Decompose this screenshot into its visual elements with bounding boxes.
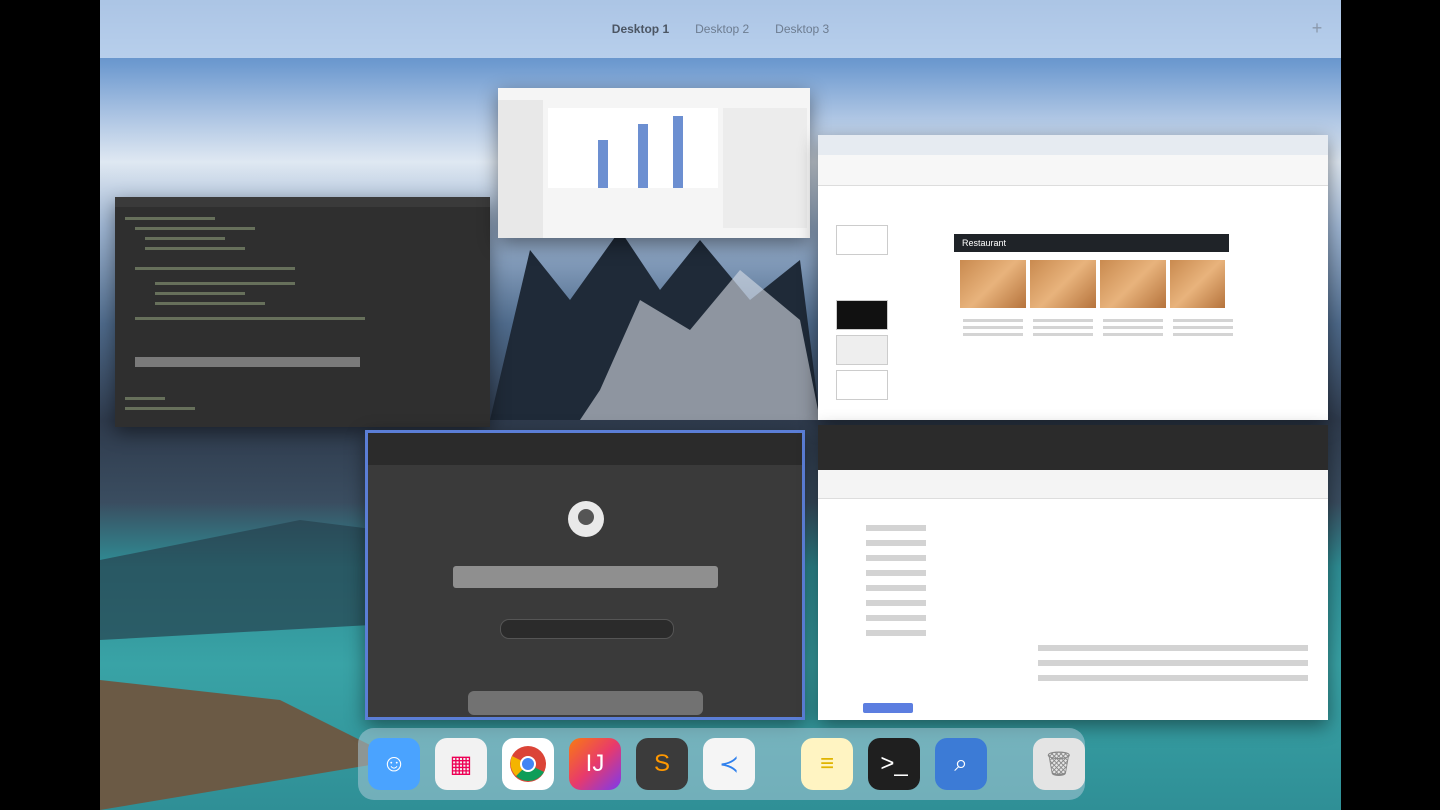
primary-button[interactable] (863, 703, 913, 713)
space-desktop-3[interactable]: Desktop 3 (775, 22, 829, 36)
food-image (1170, 260, 1225, 308)
browser-tabs[interactable] (818, 135, 1328, 155)
browser-toolbar[interactable] (818, 470, 1328, 499)
terminal-window[interactable] (115, 197, 490, 427)
numbers-bar-chart (548, 108, 718, 188)
food-image (960, 260, 1026, 308)
search-input[interactable] (500, 619, 674, 639)
browser-window-devtools[interactable] (818, 425, 1328, 720)
mini-dock-preview (468, 691, 703, 715)
address-bar[interactable] (453, 566, 718, 588)
numbers-sidebar (498, 100, 543, 238)
sublime-icon[interactable]: S (636, 738, 688, 790)
terminal-icon[interactable]: >_ (868, 738, 920, 790)
trash-icon[interactable]: 🗑 (1033, 738, 1085, 790)
space-desktop-1[interactable]: Desktop 1 (612, 22, 669, 36)
mission-control-spaces-bar: Desktop 1 Desktop 2 Desktop 3 + (100, 0, 1341, 58)
vscode-icon[interactable]: ≺ (703, 738, 755, 790)
dark-header (818, 425, 1328, 470)
layout-panel (828, 210, 890, 410)
page-banner: Restaurant (954, 234, 1229, 252)
food-image (1100, 260, 1166, 308)
browser-toolbar[interactable] (818, 155, 1328, 186)
chart-bar-1 (598, 140, 608, 188)
chart-bar-2 (638, 124, 648, 188)
browser-window-restaurant[interactable]: Restaurant (818, 135, 1328, 420)
plus-icon[interactable]: + (1307, 18, 1327, 38)
profile-avatar (568, 501, 604, 537)
launchpad-icon[interactable]: ▦ (435, 738, 487, 790)
preview-icon[interactable]: ⌕ (935, 738, 987, 790)
space-desktop-2[interactable]: Desktop 2 (695, 22, 749, 36)
numbers-format-panel (723, 108, 807, 228)
dock: ☺ ▦ IJ S ≺ ≡ >_ ⌕ 🗑 (358, 728, 1085, 800)
browser-toolbar[interactable] (368, 433, 802, 465)
notes-icon[interactable]: ≡ (801, 738, 853, 790)
desktop: Desktop 1 Desktop 2 Desktop 3 + Restaura… (100, 0, 1341, 810)
chrome-icon[interactable] (502, 738, 554, 790)
numbers-window[interactable] (498, 88, 810, 238)
food-image (1030, 260, 1096, 308)
finder-icon[interactable]: ☺ (368, 738, 420, 790)
chart-bar-3 (673, 116, 683, 188)
chrome-dark-window[interactable] (365, 430, 805, 720)
intellij-icon[interactable]: IJ (569, 738, 621, 790)
